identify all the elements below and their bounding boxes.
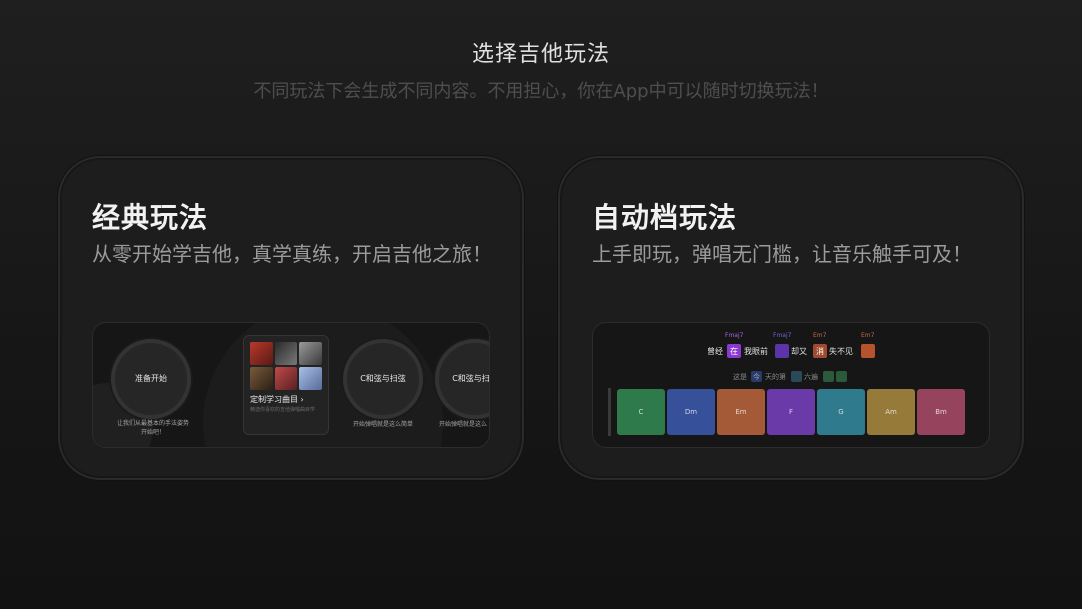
chord-pad-label: Em <box>735 408 747 416</box>
chord-pad-label: Am <box>885 408 897 416</box>
lesson-circle-label: C和弦与扫弦 <box>360 374 406 383</box>
chord-label: Fmaj7 <box>773 332 792 339</box>
auto-mode-desc: 上手即玩，弹唱无门槛，让音乐触手可及！ <box>592 242 972 266</box>
auto-mode-card[interactable]: 自动档玩法 上手即玩，弹唱无门槛，让音乐触手可及！ Fmaj7 Fmaj7 Em… <box>558 156 1024 480</box>
lesson-circle-caption: 让我们从最基本的手法姿势开始吧！ <box>117 420 190 436</box>
chord-pad-am[interactable]: Am <box>867 389 915 435</box>
album-cover <box>250 367 273 390</box>
classic-mode-desc: 从零开始学吉他，真学真练，开启吉他之旅！ <box>92 242 492 266</box>
lyric-chord-box: 在 <box>727 344 741 358</box>
chord-pad-f[interactable]: F <box>767 389 815 435</box>
lyric-chord-box: 今 <box>751 371 762 382</box>
chord-pad-label: C <box>638 408 644 416</box>
chord-label: Em7 <box>813 332 827 339</box>
chevron-right-icon: › <box>300 395 304 404</box>
chord-pad-label: F <box>788 408 794 416</box>
lyric-text: 六遍 <box>804 373 818 381</box>
lesson-circle-caption: 开始弹唱就是这么 <box>439 421 488 428</box>
lyric-text: 这是 <box>733 373 747 381</box>
lyric-chord-box <box>791 371 802 382</box>
auto-mode-preview: Fmaj7 Fmaj7 Em7 Em7 曾经 在 我眼前 却又 消 失不见 这是… <box>592 322 990 448</box>
lyric-chord-box <box>775 344 789 358</box>
lyric-chord-box <box>823 371 834 382</box>
classic-mode-card[interactable]: 经典玩法 从零开始学吉他，真学真练，开启吉他之旅！ 准备开始 让我们从最基本的手… <box>58 156 524 480</box>
lesson-circle-chord: C和弦与扫弦 <box>343 339 423 419</box>
chord-pad-bm[interactable]: Bm <box>917 389 965 435</box>
classic-mode-preview: 准备开始 让我们从最基本的手法姿势开始吧！ 定制学习曲目 › 精选你喜欢的吉他弹… <box>92 322 490 448</box>
chord-pad-label: G <box>838 408 844 416</box>
album-cover <box>299 367 322 390</box>
album-cover <box>299 342 322 365</box>
chord-pad-dm[interactable]: Dm <box>667 389 715 435</box>
album-grid <box>250 342 322 390</box>
chord-pad-c[interactable]: C <box>617 389 665 435</box>
lyric-text: 曾经 <box>707 347 723 356</box>
album-cover <box>250 342 273 365</box>
custom-songs-card: 定制学习曲目 › 精选你喜欢的吉他弹唱曲目学 <box>243 335 329 435</box>
custom-songs-subtitle: 精选你喜欢的吉他弹唱曲目学 <box>250 407 316 413</box>
lyric-text: 天的第 <box>765 373 786 381</box>
custom-songs-title: 定制学习曲目 › <box>250 395 304 404</box>
lyric-text: 失不见 <box>829 347 853 356</box>
lyric-text: 却又 <box>791 347 807 356</box>
fretboard-edge <box>608 388 611 436</box>
lyric-chord-box: 消 <box>813 344 827 358</box>
chord-label: Em7 <box>861 332 875 339</box>
album-cover <box>274 367 298 390</box>
lesson-circle-chord: C和弦与扫弦 <box>435 339 490 419</box>
chord-label: Fmaj7 <box>725 332 744 339</box>
lyric-chord-box <box>836 371 847 382</box>
page-title: 选择吉他玩法 <box>471 42 610 67</box>
classic-mode-title: 经典玩法 <box>92 201 209 234</box>
chord-pad-g[interactable]: G <box>817 389 865 435</box>
auto-mode-title: 自动档玩法 <box>592 201 738 234</box>
lesson-circle-caption: 开始弹唱就是这么简单 <box>352 421 413 428</box>
lesson-circle-label: 准备开始 <box>135 374 167 383</box>
lesson-circle-start: 准备开始 <box>111 339 191 419</box>
lyric-text: 我眼前 <box>744 347 768 356</box>
page-subtitle: 不同玩法下会生成不同内容。不用担心，你在App中可以随时切换玩法！ <box>253 81 829 102</box>
album-cover <box>274 342 298 365</box>
chord-pad-label: Dm <box>684 408 698 416</box>
chord-pad-em[interactable]: Em <box>717 389 765 435</box>
chord-pad-label: Bm <box>935 408 947 416</box>
lyric-chord-box <box>861 344 875 358</box>
lesson-circle-label: C和弦与扫弦 <box>452 374 490 383</box>
